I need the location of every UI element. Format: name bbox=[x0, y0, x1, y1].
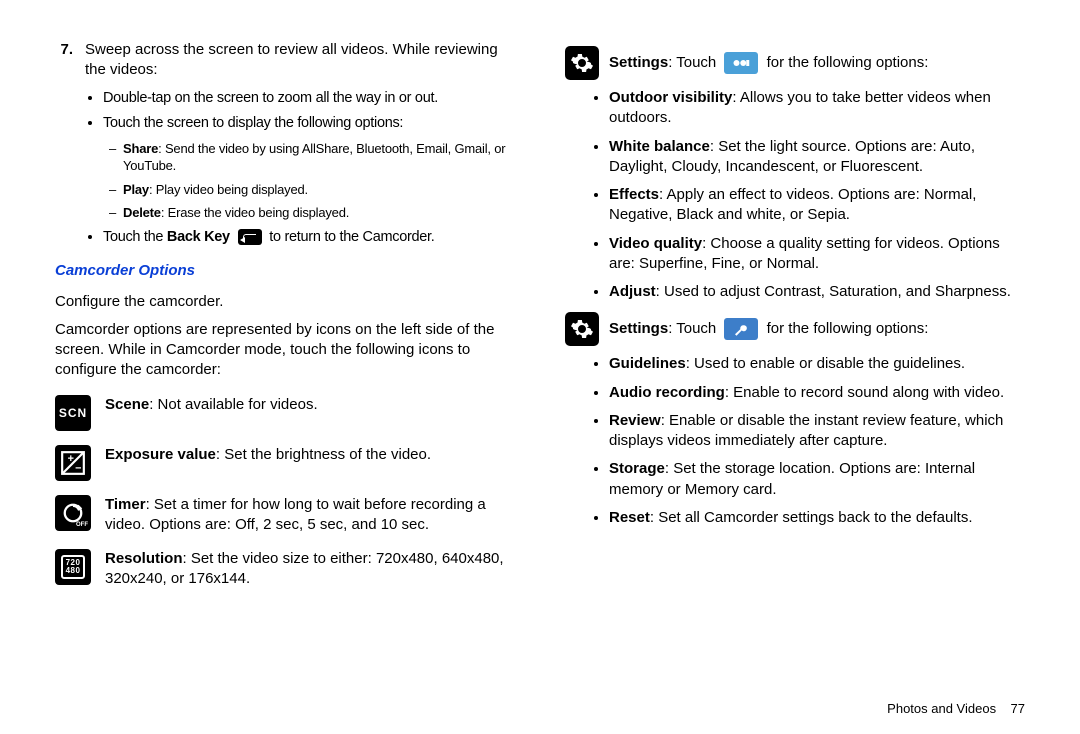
label-share: Share bbox=[123, 141, 158, 156]
bullet-touch-text: Touch the screen to display the followin… bbox=[103, 115, 403, 131]
gear-icon-2 bbox=[565, 312, 599, 346]
opt-audiorec: Audio recording: Enable to record sound … bbox=[609, 383, 1025, 403]
wb-label: White balance bbox=[609, 138, 710, 155]
opt-whitebalance: White balance: Set the light source. Opt… bbox=[609, 137, 1025, 178]
settings-2-text: Settings: Touch for the following option… bbox=[609, 318, 1025, 340]
scene-icon: SCN bbox=[55, 395, 91, 431]
p-configure: Configure the camcorder. bbox=[55, 292, 515, 312]
timer-label: Timer bbox=[105, 496, 146, 513]
wrench-chip-icon bbox=[724, 318, 758, 340]
effects-text: : Apply an effect to videos. Options are… bbox=[609, 186, 976, 223]
reset-text: : Set all Camcorder settings back to the… bbox=[650, 509, 973, 526]
desc-delete: : Erase the video being displayed. bbox=[161, 205, 349, 220]
share-play-delete-list: Share: Send the video by using AllShare,… bbox=[103, 140, 515, 222]
row-scene: SCN Scene: Not available for videos. bbox=[55, 395, 515, 431]
vq-label: Video quality bbox=[609, 235, 702, 252]
label-delete: Delete bbox=[123, 205, 161, 220]
review-options-list: Double-tap on the screen to zoom all the… bbox=[75, 89, 515, 248]
opt-effects: Effects: Apply an effect to videos. Opti… bbox=[609, 185, 1025, 226]
review-text: : Enable or disable the instant review f… bbox=[609, 412, 1003, 449]
dash-delete: Delete: Erase the video being displayed. bbox=[123, 204, 515, 222]
desc-share: : Send the video by using AllShare, Blue… bbox=[123, 141, 505, 174]
label-play: Play bbox=[123, 182, 149, 197]
page-footer: Photos and Videos 77 bbox=[0, 700, 1080, 734]
settings-2-post: for the following options: bbox=[762, 320, 928, 337]
step-text: Sweep across the screen to review all vi… bbox=[85, 40, 515, 81]
camera-chip-icon bbox=[724, 52, 758, 74]
opt-adjust: Adjust: Used to adjust Contrast, Saturat… bbox=[609, 282, 1025, 302]
dash-share: Share: Send the video by using AllShare,… bbox=[123, 140, 515, 175]
timer-icon: OFF bbox=[55, 495, 91, 531]
exposure-desc: Exposure value: Set the brightness of th… bbox=[105, 445, 515, 465]
p-intro: Camcorder options are represented by ico… bbox=[55, 320, 515, 381]
gear-icon bbox=[565, 46, 599, 80]
opt-outdoor: Outdoor visibility: Allows you to take b… bbox=[609, 88, 1025, 129]
settings-1-text: Settings: Touch for the following option… bbox=[609, 52, 1025, 74]
guidelines-label: Guidelines bbox=[609, 355, 686, 372]
timer-desc: Timer: Set a timer for how long to wait … bbox=[105, 495, 515, 536]
page: 7. Sweep across the screen to review all… bbox=[0, 0, 1080, 700]
exposure-text: : Set the brightness of the video. bbox=[216, 446, 431, 463]
opt-storage: Storage: Set the storage location. Optio… bbox=[609, 459, 1025, 500]
adjust-text: : Used to adjust Contrast, Saturation, a… bbox=[656, 283, 1011, 300]
settings-row-1: Settings: Touch for the following option… bbox=[565, 46, 1025, 80]
svg-text:+: + bbox=[68, 453, 74, 465]
bullet-backkey: Touch the Back Key to return to the Camc… bbox=[103, 228, 515, 248]
exposure-icon: +− bbox=[55, 445, 91, 481]
backkey-label: Back Key bbox=[167, 229, 230, 245]
settings-1-post: for the following options: bbox=[762, 54, 928, 71]
bullet-touch-options: Touch the screen to display the followin… bbox=[103, 114, 515, 222]
row-resolution: 720 480 Resolution: Set the video size t… bbox=[55, 549, 515, 590]
step-number: 7. bbox=[55, 40, 73, 81]
footer-section: Photos and Videos bbox=[887, 701, 996, 716]
row-exposure: +− Exposure value: Set the brightness of… bbox=[55, 445, 515, 481]
exposure-label: Exposure value bbox=[105, 446, 216, 463]
settings-2-mid: : Touch bbox=[668, 320, 720, 337]
timer-text: : Set a timer for how long to wait befor… bbox=[105, 496, 486, 533]
right-column: Settings: Touch for the following option… bbox=[565, 40, 1025, 680]
settings-1-mid: : Touch bbox=[668, 54, 720, 71]
guidelines-text: : Used to enable or disable the guidelin… bbox=[686, 355, 965, 372]
reset-label: Reset bbox=[609, 509, 650, 526]
bullet-doubletap: Double-tap on the screen to zoom all the… bbox=[103, 89, 515, 109]
settings-2-list: Guidelines: Used to enable or disable th… bbox=[581, 354, 1025, 528]
heading-camcorder-options: Camcorder Options bbox=[55, 261, 515, 281]
opt-reset: Reset: Set all Camcorder settings back t… bbox=[609, 508, 1025, 528]
back-key-icon bbox=[238, 229, 262, 245]
svg-text:−: − bbox=[75, 462, 81, 474]
row-timer: OFF Timer: Set a timer for how long to w… bbox=[55, 495, 515, 536]
opt-review: Review: Enable or disable the instant re… bbox=[609, 411, 1025, 452]
storage-label: Storage bbox=[609, 460, 665, 477]
left-column: 7. Sweep across the screen to review all… bbox=[55, 40, 515, 680]
backkey-pre: Touch the bbox=[103, 229, 167, 245]
outdoor-label: Outdoor visibility bbox=[609, 89, 732, 106]
settings-1-list: Outdoor visibility: Allows you to take b… bbox=[581, 88, 1025, 302]
opt-guidelines: Guidelines: Used to enable or disable th… bbox=[609, 354, 1025, 374]
step-7: 7. Sweep across the screen to review all… bbox=[55, 40, 515, 81]
resolution-desc: Resolution: Set the video size to either… bbox=[105, 549, 515, 590]
desc-play: : Play video being displayed. bbox=[149, 182, 308, 197]
settings-2-label: Settings bbox=[609, 320, 668, 337]
scene-label: Scene bbox=[105, 396, 149, 413]
resolution-label: Resolution bbox=[105, 550, 183, 567]
audio-text: : Enable to record sound along with vide… bbox=[725, 384, 1004, 401]
adjust-label: Adjust bbox=[609, 283, 656, 300]
settings-row-2: Settings: Touch for the following option… bbox=[565, 312, 1025, 346]
opt-videoquality: Video quality: Choose a quality setting … bbox=[609, 234, 1025, 275]
footer-page: 77 bbox=[1011, 701, 1025, 716]
effects-label: Effects bbox=[609, 186, 659, 203]
review-label: Review bbox=[609, 412, 661, 429]
backkey-post: to return to the Camcorder. bbox=[269, 229, 434, 245]
scene-text: : Not available for videos. bbox=[149, 396, 317, 413]
resolution-icon: 720 480 bbox=[55, 549, 91, 585]
dash-play: Play: Play video being displayed. bbox=[123, 181, 515, 199]
audio-label: Audio recording bbox=[609, 384, 725, 401]
scene-desc: Scene: Not available for videos. bbox=[105, 395, 515, 415]
settings-1-label: Settings bbox=[609, 54, 668, 71]
storage-text: : Set the storage location. Options are:… bbox=[609, 460, 975, 497]
